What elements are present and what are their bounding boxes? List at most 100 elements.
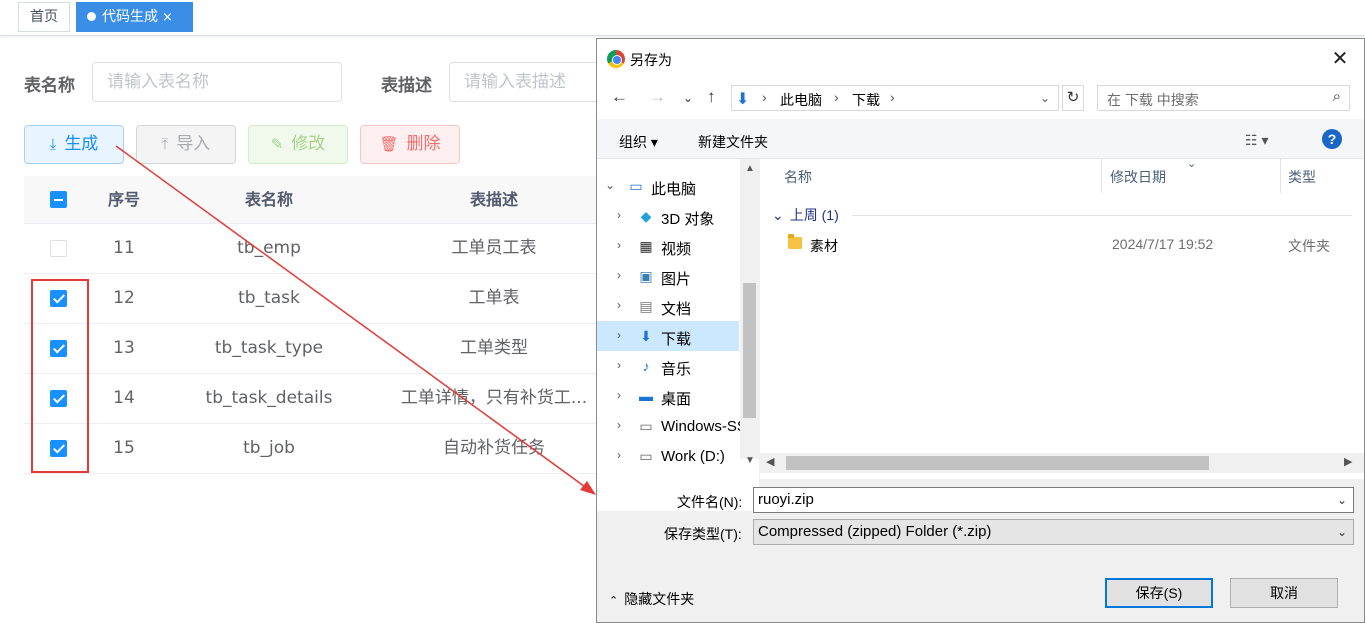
import-button[interactable]: ⤒ 导入: [136, 125, 236, 164]
dialog-titlebar: 另存为 ✕: [597, 39, 1364, 79]
col-header-date[interactable]: 修改日期: [1110, 167, 1166, 187]
table-name-input[interactable]: 请输入表名称: [92, 62, 342, 102]
row-table-desc: 工单员工表: [451, 238, 537, 258]
back-arrow-icon[interactable]: ←: [611, 87, 628, 107]
tab-home[interactable]: 首页: [18, 2, 70, 32]
table-row[interactable]: 13 tb_task_type 工单类型: [24, 324, 604, 374]
refresh-button[interactable]: ↻: [1062, 85, 1084, 111]
chevron-right-icon: ›: [617, 418, 621, 432]
row-no: 12: [113, 288, 135, 308]
tree-item-desktop[interactable]: › ▬ 桌面: [597, 381, 739, 411]
tab-close-icon[interactable]: ×: [162, 10, 173, 25]
organize-menu[interactable]: 组织 ▾: [619, 132, 658, 152]
hide-folders-label: 隐藏文件夹: [624, 591, 695, 607]
chevron-right-icon: ›: [617, 298, 621, 312]
tree-item-documents[interactable]: › ▤ 文档: [597, 291, 739, 321]
file-name[interactable]: 素材: [810, 236, 838, 256]
select-all-checkbox[interactable]: [50, 191, 67, 208]
col-header-type[interactable]: 类型: [1288, 167, 1316, 187]
tree-scroll-thumb[interactable]: [743, 283, 756, 418]
hscroll-thumb[interactable]: [786, 456, 1209, 470]
tab-code-generation[interactable]: 代码生成 ×: [76, 2, 193, 32]
trash-icon: 🗑: [379, 135, 399, 153]
tree-item-downloads[interactable]: › ⬇ 下载: [597, 321, 739, 351]
save-button[interactable]: 保存(S): [1105, 578, 1213, 608]
dialog-close-button[interactable]: ✕: [1325, 45, 1355, 73]
table-desc-input[interactable]: 请输入表描述: [449, 62, 609, 102]
view-options-icon[interactable]: ☷ ▾: [1245, 132, 1268, 149]
save-as-dialog: 另存为 ✕ ← → ⌄ ↑ ⬇ › 此电脑 › 下载 › ⌄ ↻ 在 下载 中搜…: [596, 38, 1365, 623]
row-table-desc: 工单表: [468, 288, 520, 308]
row-table-name: tb_task_type: [214, 338, 324, 358]
table-name-label: 表名称: [24, 76, 75, 96]
address-dropdown-icon[interactable]: ⌄: [1040, 91, 1050, 105]
filetype-select[interactable]: Compressed (zipped) Folder (*.zip) ⌄: [753, 519, 1354, 545]
table-row[interactable]: 11 tb_emp 工单员工表: [24, 224, 604, 274]
row-table-desc: 工单详情，只有补货工...: [400, 388, 588, 408]
chevron-right-icon: ›: [617, 208, 621, 222]
delete-button[interactable]: 🗑 删除: [360, 125, 460, 164]
folder-search-input[interactable]: 在 下载 中搜索 ⌕: [1097, 85, 1350, 111]
address-bar[interactable]: ⬇ › 此电脑 › 下载 › ⌄: [731, 85, 1059, 111]
filename-input[interactable]: ruoyi.zip ⌄: [753, 487, 1354, 513]
row-checkbox[interactable]: [50, 240, 67, 257]
group-divider: [852, 215, 1352, 216]
file-list-hscrollbar[interactable]: ◀ ▶: [760, 453, 1364, 473]
new-folder-button[interactable]: 新建文件夹: [698, 132, 768, 152]
table-row[interactable]: 14 tb_task_details 工单详情，只有补货工...: [24, 374, 604, 424]
table-row[interactable]: 15 tb_job 自动补货任务: [24, 424, 604, 474]
breadcrumb-this-pc[interactable]: 此电脑: [780, 90, 822, 110]
modify-label: 修改: [291, 134, 326, 154]
up-arrow-icon[interactable]: ↑: [707, 87, 716, 107]
row-no: 13: [113, 338, 135, 358]
generate-button[interactable]: ⤓ 生成: [24, 125, 124, 164]
download-folder-icon: ⬇: [736, 91, 750, 108]
scroll-up-icon[interactable]: ▲: [745, 163, 755, 174]
group-header[interactable]: ⌄ 上周 (1): [772, 205, 839, 225]
dialog-title: 另存为: [630, 52, 672, 68]
cancel-button[interactable]: 取消: [1230, 578, 1338, 608]
col-header-name[interactable]: 名称: [784, 167, 812, 187]
scroll-right-icon[interactable]: ▶: [1344, 455, 1352, 468]
row-table-desc: 自动补货任务: [443, 438, 545, 458]
pc-icon: ▭: [629, 178, 643, 194]
desktop-icon: ▬: [639, 388, 653, 404]
row-no: 15: [113, 438, 135, 458]
tree-scrollbar[interactable]: ▲ ▼: [740, 159, 759, 466]
tree-item-pictures[interactable]: › ▣ 图片: [597, 261, 739, 291]
forward-arrow-icon[interactable]: →: [649, 87, 666, 107]
file-list: 名称 修改日期 ⌄ 类型 ⌄ 上周 (1) 素材 2024/7/17 19:52 …: [760, 158, 1364, 479]
breadcrumb-sep-icon: ›: [834, 89, 839, 105]
filetype-value: Compressed (zipped) Folder (*.zip): [758, 523, 992, 540]
row-no: 14: [113, 388, 135, 408]
recent-dropdown-icon[interactable]: ⌄: [683, 91, 693, 105]
chevron-down-icon[interactable]: ⌄: [1337, 488, 1347, 512]
filetype-label: 保存类型(T):: [664, 526, 742, 542]
row-table-name: tb_task: [238, 288, 300, 308]
tab-code-generation-label: 代码生成: [102, 9, 158, 25]
tree-label: 文档: [661, 301, 692, 318]
scroll-left-icon[interactable]: ◀: [766, 455, 774, 468]
chevron-right-icon: ›: [617, 388, 621, 402]
tree-item-music[interactable]: › ♪ 音乐: [597, 351, 739, 381]
help-icon[interactable]: ?: [1322, 129, 1342, 149]
hide-folders-toggle[interactable]: ⌃ 隐藏文件夹: [609, 589, 694, 609]
tree-item-work-drive[interactable]: › ▭ Work (D:): [597, 441, 739, 471]
file-date: 2024/7/17 19:52: [1112, 236, 1214, 252]
breadcrumb-downloads[interactable]: 下载: [852, 90, 880, 110]
table-header: 序号 表名称 表描述: [24, 176, 604, 224]
tree-item-3d-objects[interactable]: › ◆ 3D 对象: [597, 201, 739, 231]
tree-label: 此电脑: [651, 181, 697, 198]
table-row[interactable]: 12 tb_task 工单表: [24, 274, 604, 324]
modify-button[interactable]: ✎ 修改: [248, 125, 348, 164]
download-icon: ⬇: [640, 328, 652, 344]
tree-item-this-pc[interactable]: ⌄ ▭ 此电脑: [597, 171, 739, 201]
tree-item-videos[interactable]: › ▦ 视频: [597, 231, 739, 261]
column-divider[interactable]: [1280, 159, 1281, 193]
tree-label: 音乐: [661, 361, 692, 378]
row-table-name: tb_emp: [237, 238, 301, 258]
picture-icon: ▣: [639, 268, 653, 284]
column-divider[interactable]: [1101, 159, 1102, 193]
scroll-down-icon[interactable]: ▼: [745, 455, 755, 466]
tree-item-windows-drive[interactable]: › ▭ Windows-SSD: [597, 411, 741, 441]
